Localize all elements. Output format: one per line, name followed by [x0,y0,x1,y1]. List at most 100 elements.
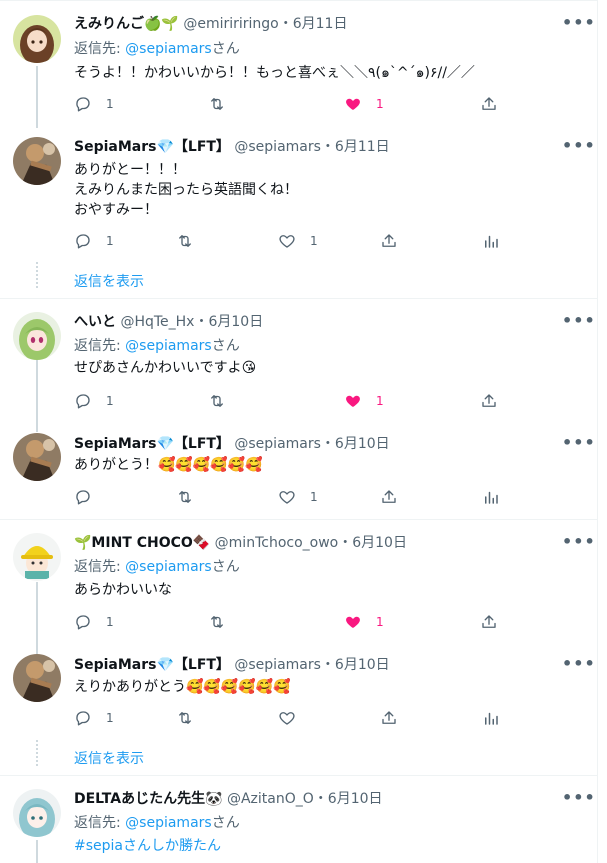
share-button[interactable] [380,487,398,507]
share-icon [380,232,398,250]
display-name[interactable]: へいと [74,314,116,330]
display-name[interactable]: SepiaMars💎【LFT】 [74,139,230,155]
display-name[interactable]: えみりんご🍏🌱 [74,16,179,32]
more-options-icon[interactable]: ••• [562,311,596,330]
retweet-icon [208,613,226,631]
more-options-icon[interactable]: ••• [562,13,596,32]
mention-link[interactable]: @sepiamars [125,41,212,57]
more-options-icon[interactable]: ••• [562,532,596,551]
avatar[interactable] [13,654,61,702]
tweet-actions: 1 1 [74,612,504,632]
mention-link[interactable]: @sepiamars [125,815,212,831]
user-handle[interactable]: @sepiamars [234,436,321,452]
analytics-button[interactable] [482,487,500,507]
show-replies-link[interactable]: 返信を表示 [74,271,144,291]
tweet-date[interactable]: ・6月10日 [321,657,390,673]
tweet-date[interactable]: ・6月10日 [338,535,407,551]
more-options-icon[interactable]: ••• [562,788,596,807]
tweet-actions: 1 [74,708,504,728]
display-name[interactable]: 🌱MINT CHOCO🍫 [74,535,210,551]
tweet-actions: 1 1 [74,94,504,114]
tweet-actions: 1 [74,487,504,507]
tweet-date[interactable]: ・6月10日 [321,436,390,452]
share-button[interactable] [480,94,498,114]
hashtag-link[interactable]: #sepiaさんしか勝たん [74,836,221,856]
retweet-button[interactable] [208,612,226,632]
mention-link[interactable]: @sepiamars [125,559,212,575]
like-button[interactable]: 1 [278,231,318,251]
retweet-button[interactable] [208,391,226,411]
share-icon [480,95,498,113]
tweet-date[interactable]: ・6月10日 [194,314,263,330]
user-handle[interactable]: @HqTe_Hx [120,314,194,330]
display-name[interactable]: DELTAあじたん先生🐼 [74,791,223,807]
tweet-date[interactable]: ・6月11日 [279,16,348,32]
user-handle[interactable]: @emiririringo [183,16,278,32]
avatar[interactable] [13,15,61,63]
tweet-date[interactable]: ・6月11日 [321,139,390,155]
thread-line [36,840,38,863]
heart-filled-icon [344,95,362,113]
replying-to: 返信先: @sepiamarsさん [74,556,240,576]
reply-prefix: 返信先: [74,559,126,575]
avatar[interactable] [13,433,61,481]
replying-to: 返信先: @sepiamarsさん [74,335,240,355]
analytics-icon [482,488,500,506]
reply-count: 1 [106,394,114,408]
share-icon [480,613,498,631]
analytics-button[interactable] [482,708,500,728]
reply-button[interactable]: 1 [74,612,114,632]
avatar-yellow-hat-icon [13,533,61,581]
share-button[interactable] [380,708,398,728]
tweet-line: ありがとー！！！ [74,162,186,178]
avatar[interactable] [13,533,61,581]
share-button[interactable] [480,612,498,632]
thread-line [36,360,38,432]
display-name[interactable]: SepiaMars💎【LFT】 [74,657,230,673]
retweet-icon [208,95,226,113]
share-button[interactable] [380,231,398,251]
user-handle[interactable]: @sepiamars [234,139,321,155]
like-button[interactable]: 1 [344,94,384,114]
reply-icon [74,232,92,250]
like-button[interactable]: 1 [344,391,384,411]
avatar-wooden-doll-icon [13,137,61,185]
tweet-date[interactable]: ・6月10日 [314,791,383,807]
like-count: 1 [376,97,384,111]
retweet-button[interactable] [208,94,240,114]
reply-button[interactable]: 1 [74,94,114,114]
avatar-teal-hair-girl-icon [13,789,61,837]
tweet-header: えみりんご🍏🌱 @emiririringo・6月11日 [74,15,347,33]
replying-to: 返信先: @sepiamarsさん [74,38,240,58]
reply-button[interactable]: 1 [74,708,114,728]
reply-prefix: 返信先: [74,41,126,57]
mention-link[interactable]: @sepiamars [125,338,212,354]
retweet-button[interactable] [176,231,194,251]
thread-gap-dots [36,740,40,766]
tweet-text: そうよ！！かわいいから！！もっと喜べぇ＼＼٩(๑`^´๑)۶//／／ [74,63,475,83]
like-button[interactable] [278,708,296,728]
display-name[interactable]: SepiaMars💎【LFT】 [74,436,230,452]
analytics-button[interactable] [482,231,500,251]
user-handle[interactable]: @minTchoco_owo [215,535,339,551]
like-button[interactable]: 1 [344,612,384,632]
share-button[interactable] [480,391,498,411]
reply-button[interactable] [74,487,106,507]
reply-button[interactable]: 1 [74,391,114,411]
like-count: 1 [310,490,318,504]
user-handle[interactable]: @sepiamars [234,657,321,673]
more-options-icon[interactable]: ••• [562,433,596,452]
user-handle[interactable]: @AzitanO_O [227,791,314,807]
like-button[interactable]: 1 [278,487,318,507]
retweet-button[interactable] [176,708,194,728]
share-icon [380,709,398,727]
avatar[interactable] [13,789,61,837]
avatar[interactable] [13,312,61,360]
reply-button[interactable]: 1 [74,231,114,251]
avatar[interactable] [13,137,61,185]
more-options-icon[interactable]: ••• [562,654,596,673]
like-count: 1 [376,394,384,408]
show-replies-link[interactable]: 返信を表示 [74,748,144,768]
retweet-button[interactable] [176,487,194,507]
more-options-icon[interactable]: ••• [562,136,596,155]
